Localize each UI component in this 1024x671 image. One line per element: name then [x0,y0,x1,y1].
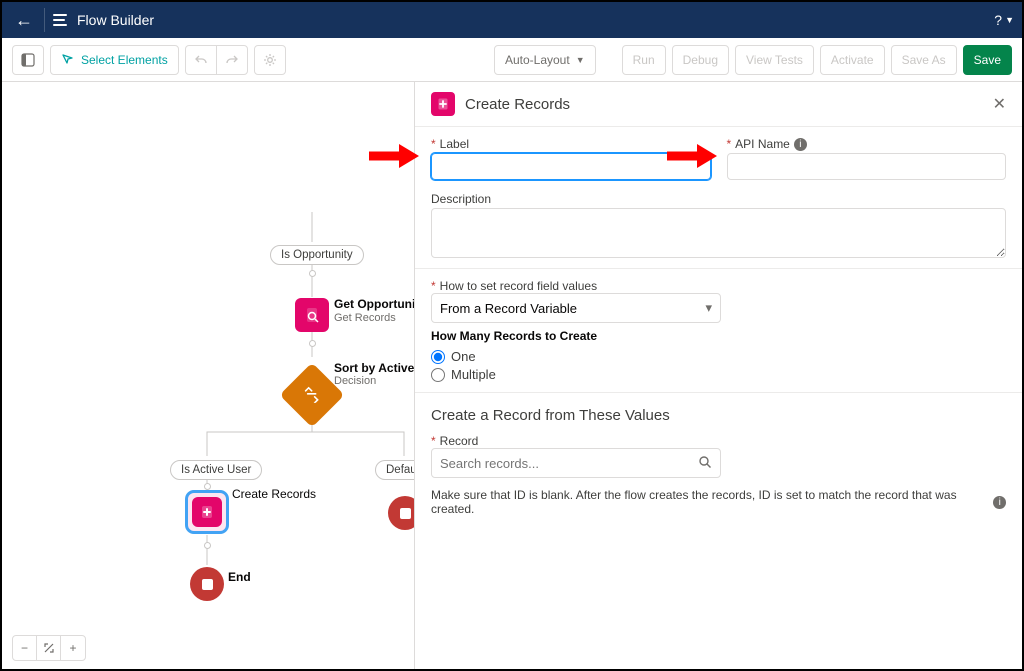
api-name-field-label: API Name i [727,137,1007,151]
help-menu[interactable]: ? ▼ [994,12,1014,28]
redo-button[interactable] [216,45,248,75]
settings-button[interactable] [254,45,286,75]
view-tests-button[interactable]: View Tests [735,45,814,75]
panel-title: Create Records [465,96,983,113]
search-icon [698,455,712,472]
create-records-panel-icon [431,92,455,116]
annotation-arrow-2 [667,144,717,168]
undo-icon [194,53,208,67]
properties-panel: Create Records ✕ Label API Name i Descr [414,82,1022,669]
debug-button[interactable]: Debug [672,45,729,75]
chevron-down-icon: ▼ [576,55,585,65]
node-end[interactable] [190,567,224,601]
zoom-out-button[interactable]: − [13,636,37,660]
undo-button[interactable] [185,45,217,75]
how-to-set-label: How to set record field values [431,279,1006,293]
record-search-combobox[interactable] [431,448,721,478]
node-decision[interactable] [289,372,335,418]
radio-one-input[interactable] [431,350,445,364]
redo-icon [225,53,239,67]
flow-logo-icon [51,11,69,29]
node-get-opportunity[interactable] [295,298,329,332]
chevron-down-icon: ▼ [1005,15,1014,25]
branch-is-active-user[interactable]: Is Active User [170,460,262,480]
branch-is-opportunity[interactable]: Is Opportunity [270,245,364,265]
get-records-icon [295,298,329,332]
back-button[interactable]: ← [10,6,38,34]
helper-text: Make sure that ID is blank. After the fl… [431,488,987,516]
annotation-arrow-1 [369,144,419,168]
api-name-input[interactable] [727,153,1007,180]
record-search-input[interactable] [440,456,698,471]
decision-icon [279,362,344,427]
radio-multiple[interactable]: Multiple [431,367,1006,382]
save-as-button[interactable]: Save As [891,45,957,75]
node-get-opportunity-sub: Get Records [334,312,396,324]
history-group [185,45,248,75]
node-get-opportunity-title: Get Opportunity [334,297,426,311]
fit-icon [43,642,55,654]
left-panel-toggle[interactable] [12,45,44,75]
layout-mode-dropdown[interactable]: Auto-Layout ▼ [494,45,596,75]
zoom-fit-button[interactable] [37,636,61,660]
node-end-label: End [228,570,251,584]
how-to-set-value: From a Record Variable [440,301,577,316]
create-from-values-heading: Create a Record from These Values [431,407,1006,424]
cursor-select-icon [61,53,75,67]
node-decision-sub: Decision [334,375,376,387]
radio-multiple-input[interactable] [431,368,445,382]
activate-button[interactable]: Activate [820,45,885,75]
chevron-down-icon: ▾ [705,300,712,316]
toolbar: Select Elements Auto-Layout ▼ Run Debug … [2,38,1022,82]
app-header: ← Flow Builder ? ▼ [2,2,1022,38]
radio-one[interactable]: One [431,349,1006,364]
select-elements-label: Select Elements [81,53,168,67]
layout-mode-label: Auto-Layout [505,53,570,67]
description-field-label: Description [431,192,1006,206]
info-icon[interactable]: i [794,138,807,151]
app-title: Flow Builder [77,12,154,28]
how-many-heading: How Many Records to Create [431,329,1006,343]
end-icon [190,567,224,601]
zoom-in-button[interactable]: + [61,636,85,660]
record-field-label: Record [431,434,1006,448]
select-elements-button[interactable]: Select Elements [50,45,179,75]
how-to-set-dropdown[interactable]: From a Record Variable ▾ [431,293,721,323]
description-input[interactable] [431,208,1006,258]
close-panel-button[interactable]: ✕ [993,94,1006,114]
node-create-records-label: Create Records [232,487,316,501]
zoom-controls: − + [12,635,86,661]
header-divider [44,8,45,32]
create-records-icon [192,497,222,527]
run-button[interactable]: Run [622,45,666,75]
gear-icon [263,53,277,67]
help-icon: ? [994,12,1002,28]
save-button[interactable]: Save [963,45,1012,75]
node-create-records[interactable] [185,490,229,534]
info-icon[interactable]: i [993,496,1006,509]
